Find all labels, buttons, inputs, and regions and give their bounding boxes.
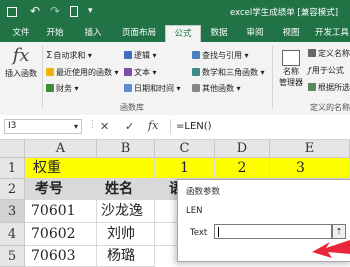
tab-review[interactable]: 审阅 <box>242 25 268 42</box>
cancel-icon[interactable]: ✕ <box>100 120 109 133</box>
name-manager-icon <box>282 50 300 66</box>
math-icon <box>192 68 200 76</box>
formula-bar: I3 ▾ ⋮ ✕ ✓ fx =LEN() <box>0 115 350 140</box>
insert-function-icon[interactable]: fx <box>148 119 158 132</box>
window-title: excel学生成绩单 [兼容模式] <box>230 8 339 18</box>
column-header-e[interactable]: E <box>270 140 350 158</box>
row-header-3[interactable]: 3 <box>0 200 25 223</box>
separator <box>272 46 273 108</box>
defined-names-group-label: 定义的名称 <box>310 103 350 112</box>
cell-b5[interactable]: 杨璐 <box>97 246 155 267</box>
undo-icon[interactable]: ↶ <box>30 4 40 18</box>
cell-a2[interactable]: 考号 <box>25 179 97 200</box>
row-header-1[interactable]: 1 <box>0 158 25 179</box>
function-name: LEN <box>186 206 203 216</box>
tab-insert[interactable]: 插入 <box>80 25 106 42</box>
cell-a4[interactable]: 70602 <box>25 223 97 246</box>
save-icon[interactable] <box>7 7 17 17</box>
text-icon <box>124 68 132 76</box>
new-file-icon[interactable] <box>70 6 78 17</box>
cell-b4[interactable]: 刘帅 <box>97 223 155 246</box>
finance-button[interactable]: 财务 ▾ <box>46 83 79 94</box>
column-header-a[interactable]: A <box>25 140 97 158</box>
ribbon-tabs: 文件 开始 插入 页面布局 公式 数据 审阅 视图 开发工具 <box>0 25 350 43</box>
insert-function-button[interactable]: fx 插入函数 <box>2 44 40 92</box>
lookup-icon <box>192 51 200 59</box>
column-header-d[interactable]: D <box>215 140 270 158</box>
tab-formulas[interactable]: 公式 <box>165 25 201 43</box>
logic-icon <box>124 51 132 59</box>
name-manager-button[interactable]: 名称 管理器 <box>276 50 306 88</box>
separator <box>42 46 43 108</box>
datetime-button[interactable]: 日期和时间 ▾ <box>124 83 181 94</box>
title-bar: ↶ ↷ ▾ excel学生成绩单 [兼容模式] <box>0 0 350 25</box>
tab-view[interactable]: 视图 <box>278 25 304 42</box>
cell-c1[interactable]: 1 <box>155 158 215 179</box>
column-header-c[interactable]: C <box>155 140 215 158</box>
insert-function-label: 插入函数 <box>5 69 37 78</box>
star-icon <box>46 68 54 76</box>
select-all-corner[interactable] <box>0 140 25 158</box>
red-arrow-annotation <box>312 240 350 258</box>
calendar-icon <box>124 84 132 92</box>
fx-icon: fx <box>12 45 30 66</box>
use-in-formula-button[interactable]: ƒ用于公式 <box>308 65 344 76</box>
ribbon-formulas: fx 插入函数 Σ自动求和 ▾ 最近使用的函数 ▾ 财务 ▾ 逻辑 ▾ 文本 ▾… <box>0 42 350 116</box>
sigma-icon: Σ <box>46 50 53 61</box>
text-cursor <box>218 227 219 237</box>
create-from-selection-button[interactable]: 根据所选 <box>308 82 350 93</box>
other-functions-button[interactable]: 其他函数 ▾ <box>192 83 241 94</box>
text-button[interactable]: 文本 ▾ <box>124 67 157 78</box>
formula-input[interactable]: =LEN() <box>170 119 350 134</box>
name-box-dropdown-icon: ▾ <box>73 122 78 131</box>
cell-b3[interactable]: 沙龙逸 <box>97 200 155 223</box>
redo-icon[interactable]: ↷ <box>50 4 60 18</box>
fx-small-icon: ƒ <box>308 66 311 75</box>
name-box[interactable]: I3 ▾ <box>4 119 82 134</box>
tab-data[interactable]: 数据 <box>206 25 232 42</box>
create-from-selection-icon <box>308 83 316 91</box>
cell-a5[interactable]: 70603 <box>25 246 97 267</box>
cell-a1[interactable]: 权重 <box>25 158 155 179</box>
more-functions-icon <box>192 84 200 92</box>
define-name-icon <box>308 49 316 57</box>
formula-bar-divider-icon: ⋮ <box>88 120 97 130</box>
finance-icon <box>46 84 54 92</box>
function-library-group-label: 函数库 <box>120 103 144 112</box>
autosum-button[interactable]: Σ自动求和 ▾ <box>46 50 92 61</box>
define-name-button[interactable]: 定义名称 <box>308 48 350 59</box>
tab-developer[interactable]: 开发工具 <box>312 25 350 42</box>
lookup-button[interactable]: 查找与引用 ▾ <box>192 50 249 61</box>
arrow-head-shape <box>312 240 350 258</box>
cell-e1[interactable]: 3 <box>270 158 350 179</box>
dialog-title: 函数参数 <box>186 187 221 197</box>
logic-button[interactable]: 逻辑 ▾ <box>124 50 157 61</box>
cell-d1[interactable]: 2 <box>215 158 270 179</box>
argument-label-text: Text <box>190 228 208 238</box>
row-header-5[interactable]: 5 <box>0 246 25 267</box>
row-header-4[interactable]: 4 <box>0 223 25 246</box>
tab-page-layout[interactable]: 页面布局 <box>118 25 160 42</box>
recent-functions-button[interactable]: 最近使用的函数 ▾ <box>46 67 119 78</box>
cell-b2[interactable]: 姓名 <box>97 179 155 200</box>
tab-home[interactable]: 开始 <box>42 25 68 42</box>
row-header-2[interactable]: 2 <box>0 179 25 200</box>
math-button[interactable]: 数学和三角函数 ▾ <box>192 67 265 78</box>
cell-a3[interactable]: 70601 <box>25 200 97 223</box>
quick-access-dropdown-icon[interactable]: ▾ <box>88 6 93 16</box>
enter-icon[interactable]: ✓ <box>125 120 134 133</box>
column-header-b[interactable]: B <box>97 140 155 158</box>
tab-file[interactable]: 文件 <box>8 25 34 42</box>
